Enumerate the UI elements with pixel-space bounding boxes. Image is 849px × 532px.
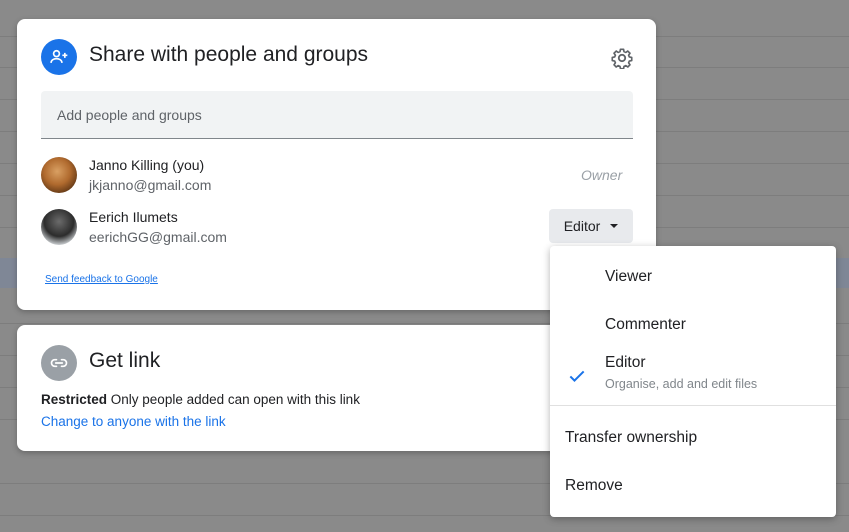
person-name: Eerich Ilumets <box>89 209 178 225</box>
menu-item-description: Organise, add and edit files <box>605 377 758 391</box>
person-email: jkjanno@gmail.com <box>89 177 212 193</box>
add-people-field[interactable] <box>41 91 633 139</box>
check-icon <box>569 370 585 382</box>
dropdown-arrow-icon <box>610 224 619 228</box>
menu-item-label: Commenter <box>605 316 686 333</box>
menu-item-remove[interactable]: Remove <box>550 462 836 510</box>
menu-divider <box>550 405 836 406</box>
settings-gear-icon[interactable] <box>608 44 636 72</box>
menu-item-editor[interactable]: Editor Organise, add and edit files <box>550 348 836 405</box>
add-person-icon <box>41 39 77 75</box>
role-dropdown-label: Editor <box>563 218 601 234</box>
person-email: eerichGG@gmail.com <box>89 229 227 245</box>
share-dialog-title: Share with people and groups <box>89 43 369 66</box>
menu-item-commenter[interactable]: Commenter <box>550 308 836 348</box>
avatar <box>41 209 77 245</box>
person-row-owner: Janno Killing (you) jkjanno@gmail.com <box>41 155 641 195</box>
avatar <box>41 157 77 193</box>
menu-item-label: Viewer <box>605 268 653 285</box>
get-link-title: Get link <box>89 349 161 372</box>
link-access-description: Restricted Only people added can open wi… <box>41 392 360 407</box>
role-menu: Viewer Commenter Editor Organise, add an… <box>550 246 836 517</box>
add-people-input[interactable] <box>41 91 633 138</box>
person-name: Janno Killing (you) <box>89 157 205 173</box>
restricted-text: Only people added can open with this lin… <box>107 392 360 407</box>
send-feedback-link[interactable]: Send feedback to Google <box>45 274 158 285</box>
owner-role-label: Owner <box>581 167 623 183</box>
role-dropdown-button[interactable]: Editor <box>549 209 633 243</box>
restricted-label: Restricted <box>41 392 108 407</box>
change-link-access[interactable]: Change to anyone with the link <box>41 414 226 429</box>
menu-item-viewer[interactable]: Viewer <box>550 246 836 308</box>
menu-item-label: Remove <box>565 477 623 494</box>
link-icon <box>41 345 77 381</box>
menu-item-label: Editor <box>605 354 646 371</box>
menu-item-transfer-ownership[interactable]: Transfer ownership <box>550 414 836 462</box>
menu-item-label: Transfer ownership <box>565 429 698 446</box>
